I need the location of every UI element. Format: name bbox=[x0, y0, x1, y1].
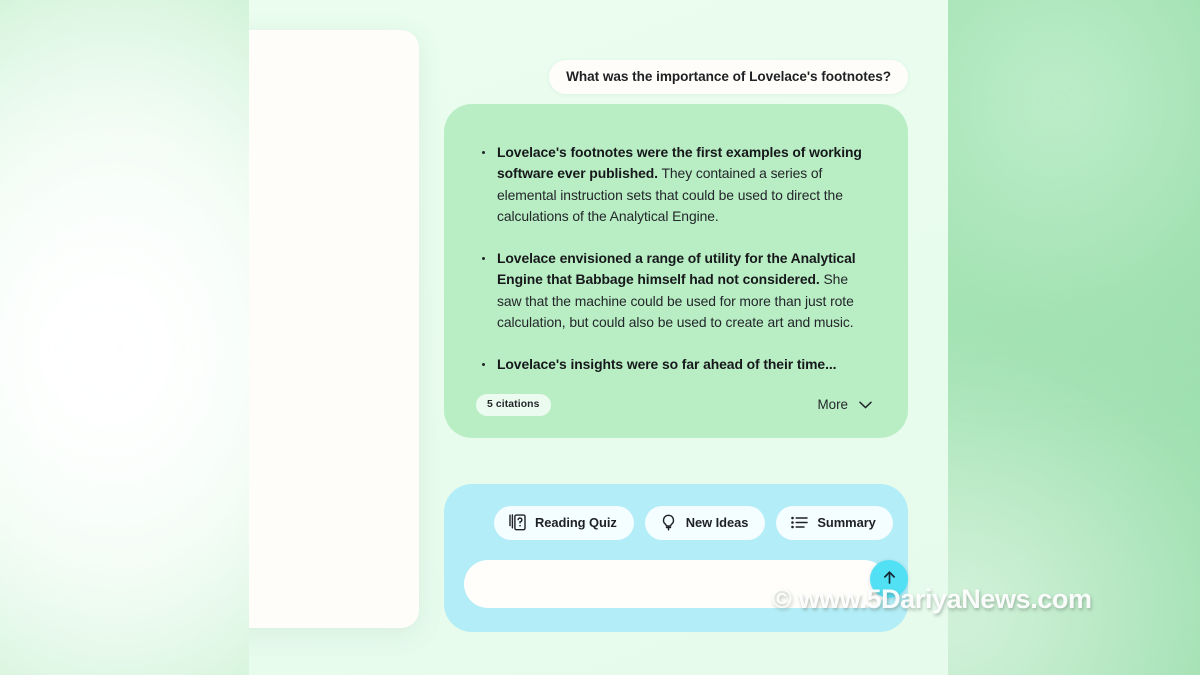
send-button[interactable] bbox=[870, 560, 908, 598]
assistant-answer-bubble: Lovelace's footnotes were the first exam… bbox=[444, 104, 908, 438]
document-line: t Charles Babbage, a bbox=[249, 213, 413, 233]
answer-bullet-list: Lovelace's footnotes were the first exam… bbox=[476, 142, 874, 376]
document-line: problems. These notes bbox=[249, 423, 413, 443]
document-line: s tutored by some of bbox=[249, 193, 413, 213]
document-line: ho is considered to be bbox=[249, 126, 413, 146]
answer-bullet: Lovelace's insights were so far ahead of… bbox=[476, 354, 874, 375]
document-line: the poet Lord Byron and bbox=[249, 146, 413, 166]
document-paragraph: the development of al Engine from French… bbox=[249, 364, 419, 463]
document-line: lytical Engine to be used bbox=[249, 490, 413, 510]
document-line: hine that he called the bbox=[249, 233, 413, 253]
quiz-cards-icon bbox=[509, 514, 526, 531]
reading-document-pane[interactable]: ho is considered to be the poet Lord Byr… bbox=[249, 30, 419, 628]
document-line: al Engine from French bbox=[249, 383, 413, 403]
chip-label: New Ideas bbox=[685, 515, 749, 530]
document-line: es that outlined how the bbox=[249, 403, 413, 423]
lightbulb-icon bbox=[660, 514, 677, 531]
citations-chip[interactable]: 5 citations bbox=[476, 393, 551, 416]
chip-new-ideas[interactable]: New Ideas bbox=[644, 506, 766, 540]
document-body: ho is considered to be the poet Lord Byr… bbox=[249, 30, 419, 569]
document-paragraph: ho is considered to be the poet Lord Byr… bbox=[249, 126, 419, 165]
arrow-up-icon bbox=[881, 569, 898, 589]
message-input[interactable] bbox=[464, 560, 888, 608]
document-paragraph: s tutored by some of t Charles Babbage, … bbox=[249, 193, 419, 272]
document-paragraph: lytical Engine to be used elieved that t… bbox=[249, 490, 419, 569]
chevron-down-icon bbox=[859, 401, 872, 409]
answer-bullet: Lovelace envisioned a range of utility f… bbox=[476, 248, 874, 333]
answer-bullet-lead: Lovelace's insights were so far ahead of… bbox=[497, 356, 837, 373]
answer-bullet-lead: Lovelace envisioned a range of utility f… bbox=[497, 250, 856, 288]
composer-input-row bbox=[464, 560, 908, 608]
chat-column: What was the importance of Lovelace's fo… bbox=[444, 0, 908, 675]
document-line: the development of bbox=[249, 364, 413, 384]
chip-summary[interactable]: Summary bbox=[776, 506, 893, 540]
document-paragraph bbox=[249, 300, 419, 339]
document-line: to be a programmable bbox=[249, 253, 413, 273]
document-line: e than just calculation. bbox=[249, 549, 413, 569]
answer-footer: 5 citations More bbox=[476, 393, 874, 416]
suggestion-chip-row: Reading Quiz New Ideas Summary bbox=[464, 506, 893, 540]
document-line: of the first people to bbox=[249, 530, 413, 550]
user-message-row: What was the importance of Lovelace's fo… bbox=[549, 60, 908, 94]
more-button[interactable]: More bbox=[817, 397, 874, 412]
chip-reading-quiz[interactable]: Reading Quiz bbox=[494, 506, 634, 540]
answer-bullet: Lovelace's footnotes were the first exam… bbox=[476, 142, 874, 227]
document-line: gramming. bbox=[249, 442, 413, 462]
chip-label: Reading Quiz bbox=[535, 515, 617, 530]
user-question-bubble[interactable]: What was the importance of Lovelace's fo… bbox=[549, 60, 908, 94]
list-icon bbox=[791, 515, 809, 530]
screenshot-root: ho is considered to be the poet Lord Byr… bbox=[0, 0, 1200, 675]
app-viewport: ho is considered to be the poet Lord Byr… bbox=[249, 0, 948, 675]
chip-label: Summary bbox=[817, 515, 876, 530]
document-line: elieved that the Analytical bbox=[249, 510, 413, 530]
composer-panel: Reading Quiz New Ideas Summary bbox=[444, 484, 908, 632]
more-button-label: More bbox=[817, 397, 848, 413]
